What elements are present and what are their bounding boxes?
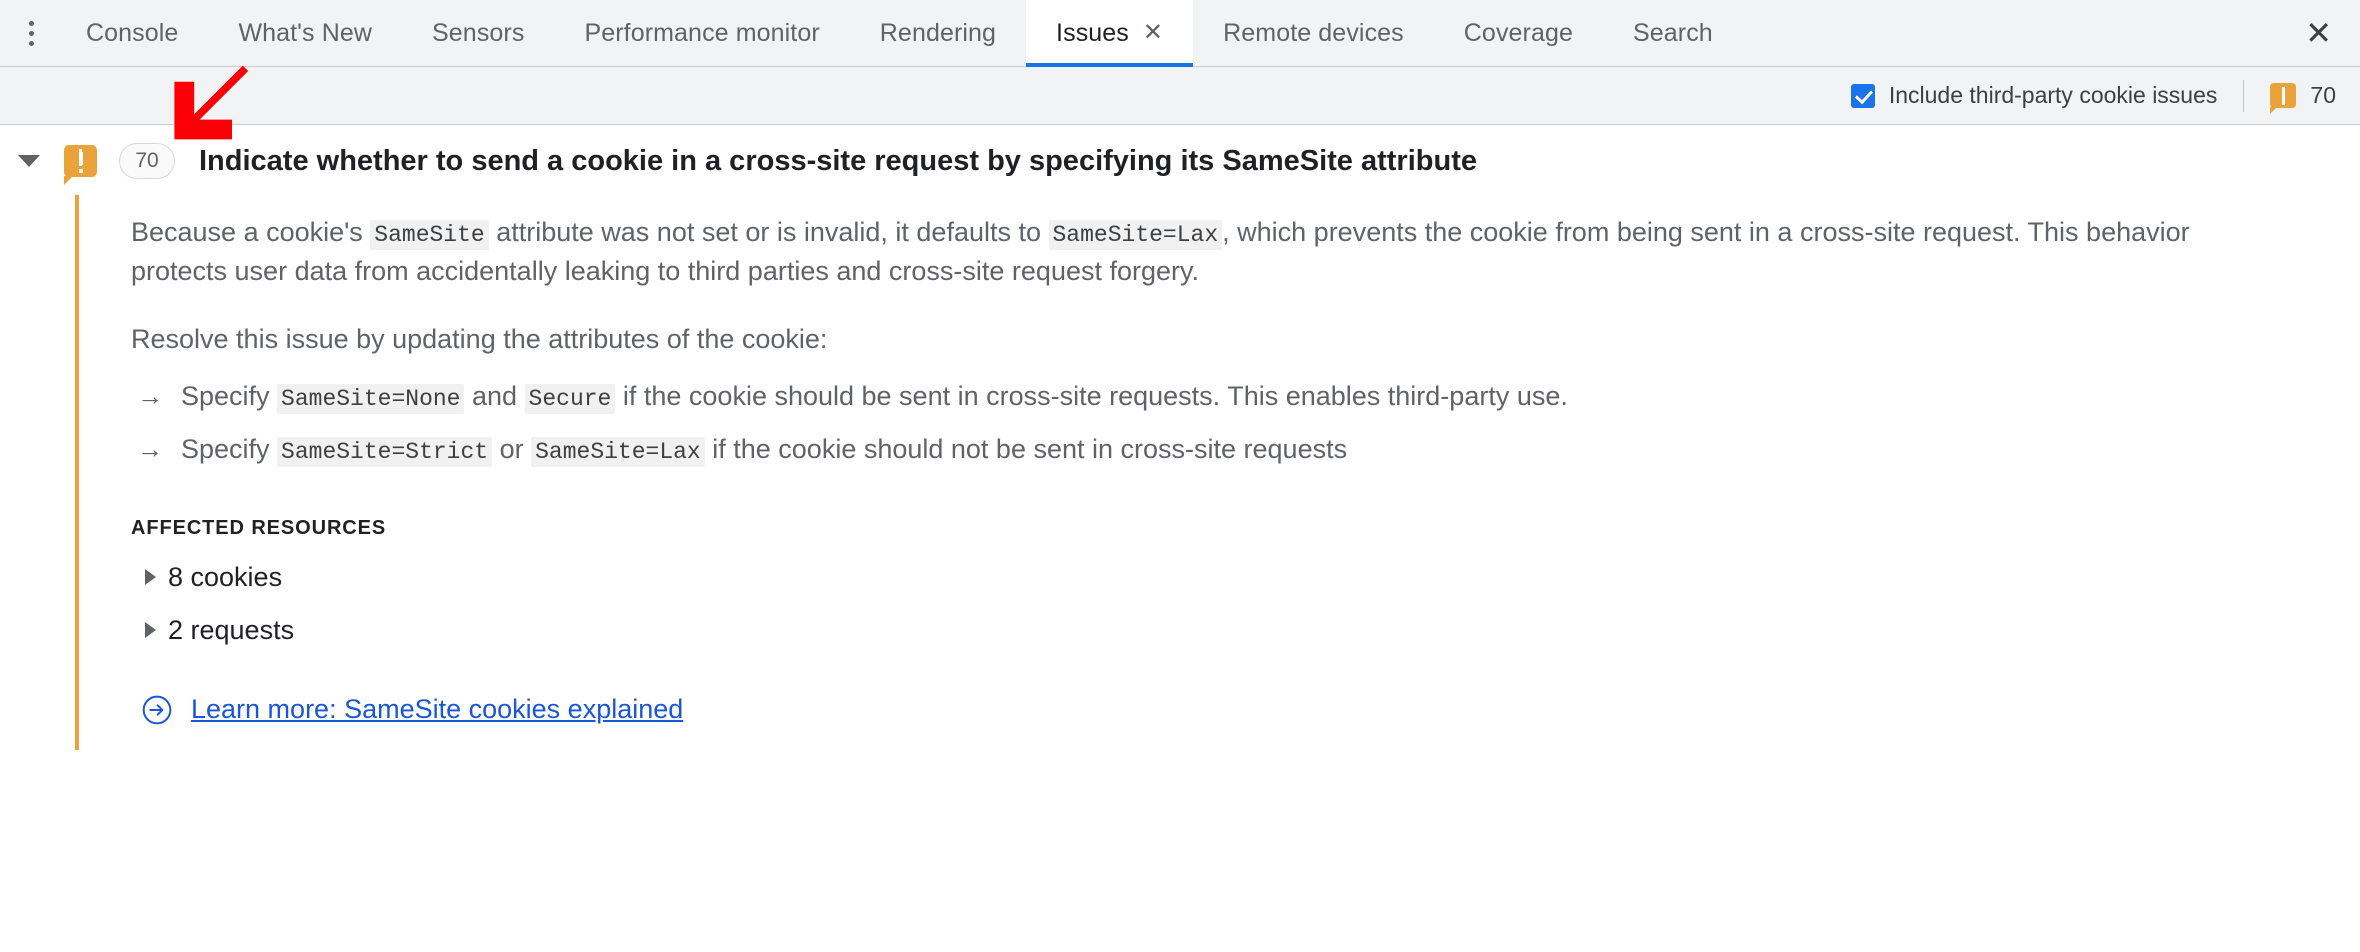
kebab-dot [28, 30, 34, 36]
tab-label: Performance monitor [584, 18, 820, 47]
tab-search[interactable]: Search [1603, 0, 1743, 66]
kebab-dot [28, 20, 34, 26]
issues-list: 70 Indicate whether to send a cookie in … [0, 125, 2360, 750]
tab-whats-new[interactable]: What's New [208, 0, 402, 66]
warning-icon [2270, 83, 2297, 114]
kebab-dot [28, 40, 34, 46]
inline-code: SameSite=None [277, 383, 465, 414]
arrow-right-icon: → [137, 380, 163, 411]
learn-more-link[interactable]: Learn more: SameSite cookies explained [191, 694, 683, 725]
tab-issues[interactable]: Issues ✕ [1026, 0, 1194, 67]
chevron-right-icon[interactable] [145, 622, 156, 639]
tab-label: Remote devices [1223, 18, 1404, 47]
affected-resource-requests[interactable]: 2 requests [131, 615, 2360, 646]
tab-label: Coverage [1463, 18, 1573, 47]
issues-toolbar: Include third-party cookie issues 70 [0, 67, 2360, 125]
resolution-bullet-text: Specify SameSite=Strict or SameSite=Lax … [181, 433, 1348, 467]
tab-label: Search [1632, 18, 1713, 47]
warning-icon [64, 145, 97, 185]
tab-label: Rendering [879, 18, 997, 47]
inline-code: SameSite=Lax [1048, 220, 1223, 250]
close-icon[interactable]: ✕ [2295, 0, 2360, 66]
inline-code: SameSite [370, 220, 489, 250]
tab-remote-devices[interactable]: Remote devices [1193, 0, 1434, 66]
tab-rendering[interactable]: Rendering [850, 0, 1026, 66]
issue-description: Because a cookie's SameSite attribute wa… [131, 217, 2190, 286]
tab-strip: Console What's New Sensors Performance m… [56, 0, 2295, 67]
tab-performance-monitor[interactable]: Performance monitor [554, 0, 849, 66]
resolution-bullet-text: Specify SameSite=None and Secure if the … [181, 380, 1568, 414]
checkbox-checked-icon[interactable] [1850, 83, 1875, 108]
tab-label: What's New [238, 18, 373, 47]
inline-code: SameSite=Lax [531, 436, 705, 467]
tab-console[interactable]: Console [56, 0, 208, 66]
tab-close-icon[interactable]: ✕ [1143, 21, 1163, 45]
issue-title: Indicate whether to send a cookie in a c… [199, 144, 1477, 177]
include-third-party-cookie-issues-checkbox[interactable]: Include third-party cookie issues [1850, 82, 2218, 109]
inline-code: SameSite=Strict [277, 436, 493, 467]
issue-resolve-line: Resolve this issue by updating the attri… [131, 323, 828, 354]
tab-sensors[interactable]: Sensors [402, 0, 554, 66]
tab-label: Sensors [432, 18, 525, 47]
issue-body: Because a cookie's SameSite attribute wa… [75, 195, 2360, 750]
inline-code: Secure [524, 383, 616, 414]
issue-count-value: 70 [2310, 82, 2336, 108]
checkbox-label: Include third-party cookie issues [1888, 82, 2218, 108]
chevron-down-icon[interactable] [18, 155, 40, 167]
tab-label: Issues [1056, 18, 1129, 47]
devtools-drawer-tabbar: Console What's New Sensors Performance m… [0, 0, 2360, 140]
tab-label: Console [86, 18, 179, 47]
toolbar-divider [2243, 79, 2245, 112]
issue-count-summary: 70 [2270, 82, 2336, 114]
issue-header-samesite[interactable]: 70 Indicate whether to send a cookie in … [0, 125, 2360, 195]
affected-resources-heading: AFFECTED RESOURCES [131, 516, 387, 539]
affected-resource-label: 2 requests [168, 614, 295, 645]
chevron-right-icon[interactable] [145, 569, 156, 586]
tab-coverage[interactable]: Coverage [1434, 0, 1603, 66]
affected-resource-label: 8 cookies [168, 561, 283, 592]
affected-resource-cookies[interactable]: 8 cookies [131, 562, 2360, 593]
learn-more-row[interactable]: Learn more: SameSite cookies explained [131, 694, 2360, 726]
arrow-right-icon: → [137, 433, 163, 464]
resolution-bullet: → Specify SameSite=None and Secure if th… [131, 380, 2360, 414]
issue-count-badge: 70 [119, 143, 175, 179]
circled-arrow-right-icon [141, 694, 173, 726]
kebab-menu-icon[interactable] [0, 0, 56, 66]
resolution-bullet: → Specify SameSite=Strict or SameSite=La… [131, 433, 2360, 467]
